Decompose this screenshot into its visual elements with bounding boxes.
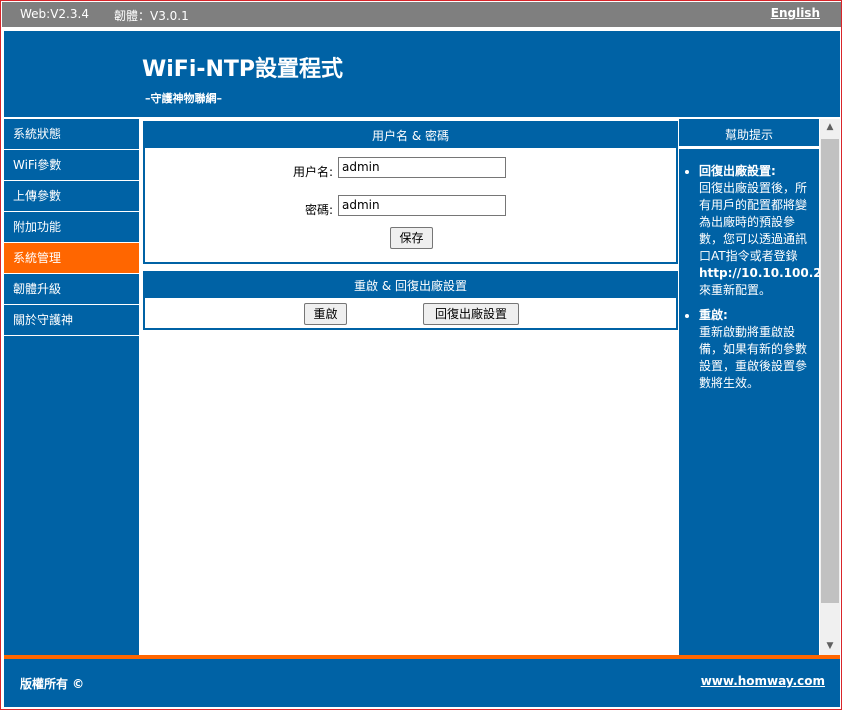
help-item-factory-reset: 回復出廠設置: 回復出廠設置後，所 有用戶的配置都將變 為出廠時的預設參 數，您… (699, 163, 819, 299)
footer: 版權所有 © www.homway.com (4, 659, 840, 707)
sidebar-item-wifi-params[interactable]: WiFi參數 (4, 150, 139, 181)
browser-frame: Web:V2.3.4 韌體：V3.0.1 English WiFi-NTP設置程… (0, 0, 842, 710)
scroll-up-arrow-icon[interactable]: ▲ (820, 119, 840, 136)
main-content: 用户名 & 密碼 用户名: admin 密碼: admin 保存 重啟 & 回復… (142, 119, 678, 655)
password-label: 密碼: (304, 203, 333, 217)
help-heading: 幫助提示 (679, 119, 819, 149)
save-button[interactable]: 保存 (390, 227, 433, 249)
factory-reset-button[interactable]: 回復出廠設置 (423, 303, 519, 325)
help-line: 有用戶的配置都將變 (699, 198, 808, 212)
restart-panel-heading: 重啟 & 回復出廠設置 (145, 273, 676, 298)
sidebar-item-system-management[interactable]: 系統管理 (4, 243, 139, 274)
help-item-body: 回復出廠設置後，所 有用戶的配置都將變 為出廠時的預設參 數，您可以透過通訊 口… (699, 180, 819, 299)
help-line: 回復出廠設置後，所 (699, 181, 808, 195)
scrollbar-thumb[interactable] (821, 139, 839, 603)
help-line: 來重新配置。 (699, 283, 772, 297)
website-link[interactable]: www.homway.com (701, 674, 825, 688)
username-input[interactable]: admin (338, 157, 506, 178)
help-panel: 幫助提示 回復出廠設置: 回復出廠設置後，所 有用戶的配置都將變 為出廠時的預設… (679, 119, 819, 655)
english-link[interactable]: English (771, 6, 820, 20)
account-panel: 用户名 & 密碼 用户名: admin 密碼: admin 保存 (143, 121, 678, 264)
help-item-title: 重啟: (699, 308, 728, 322)
scroll-down-arrow-icon[interactable]: ▼ (820, 638, 840, 655)
help-line: http://10.10.100.25 (699, 266, 819, 280)
account-panel-heading: 用户名 & 密碼 (145, 123, 676, 148)
sidebar-item-firmware-upgrade[interactable]: 韌體升級 (4, 274, 139, 305)
firmware-version: 韌體：V3.0.1 (114, 9, 189, 23)
page-title: WiFi-NTP設置程式 (142, 57, 344, 82)
restart-button[interactable]: 重啟 (304, 303, 347, 325)
restart-panel: 重啟 & 回復出廠設置 重啟 回復出廠設置 (143, 271, 678, 330)
username-label: 用户名: (292, 165, 333, 179)
help-line: 數，您可以透過通訊 (699, 232, 808, 246)
sidebar-item-system-status[interactable]: 系統狀態 (4, 119, 139, 150)
help-line: 為出廠時的預設參 (699, 215, 796, 229)
web-version: Web:V2.3.4 (20, 7, 89, 21)
page-subtitle: –守護神物聯網– (145, 92, 222, 105)
sidebar-item-extra-functions[interactable]: 附加功能 (4, 212, 139, 243)
help-item-title: 回復出廠設置: (699, 164, 776, 178)
help-line: 重新啟動將重啟設 (699, 325, 796, 339)
help-item-restart: 重啟: 重新啟動將重啟設 備，如果有新的參數 設置，重啟後設置參 數將生效。 (699, 307, 819, 392)
header-banner: WiFi-NTP設置程式 –守護神物聯網– (4, 31, 840, 117)
help-line: 數將生效。 (699, 376, 760, 390)
help-line: 口AT指令或者登錄 (699, 249, 798, 263)
copyright-text: 版權所有 © (20, 677, 85, 691)
help-line: 備，如果有新的參數 (699, 342, 808, 356)
help-scrollbar[interactable]: ▲ ▼ (820, 119, 840, 655)
sidebar-item-upload-params[interactable]: 上傳參數 (4, 181, 139, 212)
password-input[interactable]: admin (338, 195, 506, 216)
sidebar-item-about[interactable]: 關於守護神 (4, 305, 139, 336)
top-bar: Web:V2.3.4 韌體：V3.0.1 English (2, 2, 841, 27)
sidebar: 系統狀態 WiFi參數 上傳參數 附加功能 系統管理 韌體升級 關於守護神 (4, 119, 139, 655)
help-list: 回復出廠設置: 回復出廠設置後，所 有用戶的配置都將變 為出廠時的預設參 數，您… (679, 149, 819, 392)
help-line: 設置，重啟後設置參 (699, 359, 808, 373)
help-item-body: 重新啟動將重啟設 備，如果有新的參數 設置，重啟後設置參 數將生效。 (699, 324, 819, 392)
